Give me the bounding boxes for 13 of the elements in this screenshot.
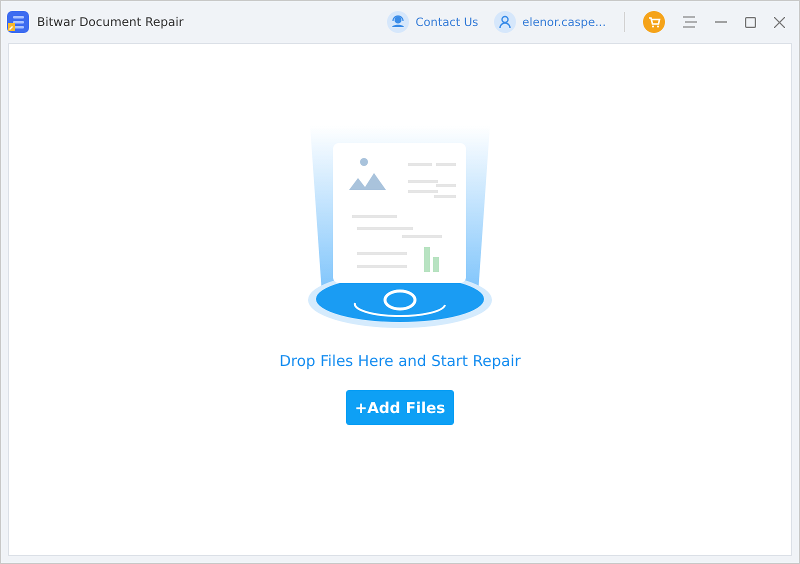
cart-icon[interactable] [643, 11, 665, 33]
app-logo-icon [7, 11, 29, 33]
maximize-icon[interactable] [745, 16, 756, 28]
close-icon[interactable] [774, 16, 785, 28]
drop-files-prompt: Drop Files Here and Start Repair [279, 352, 521, 370]
support-agent-icon [387, 11, 410, 33]
window-title: Bitwar Document Repair [37, 15, 184, 29]
menu-icon[interactable] [683, 16, 697, 28]
account-button[interactable]: elenor.caspe... [494, 11, 606, 33]
minimize-icon[interactable] [715, 21, 727, 23]
add-files-button[interactable]: +Add Files [346, 390, 454, 425]
user-icon [494, 11, 516, 33]
contact-us-button[interactable]: Contact Us [387, 11, 478, 33]
